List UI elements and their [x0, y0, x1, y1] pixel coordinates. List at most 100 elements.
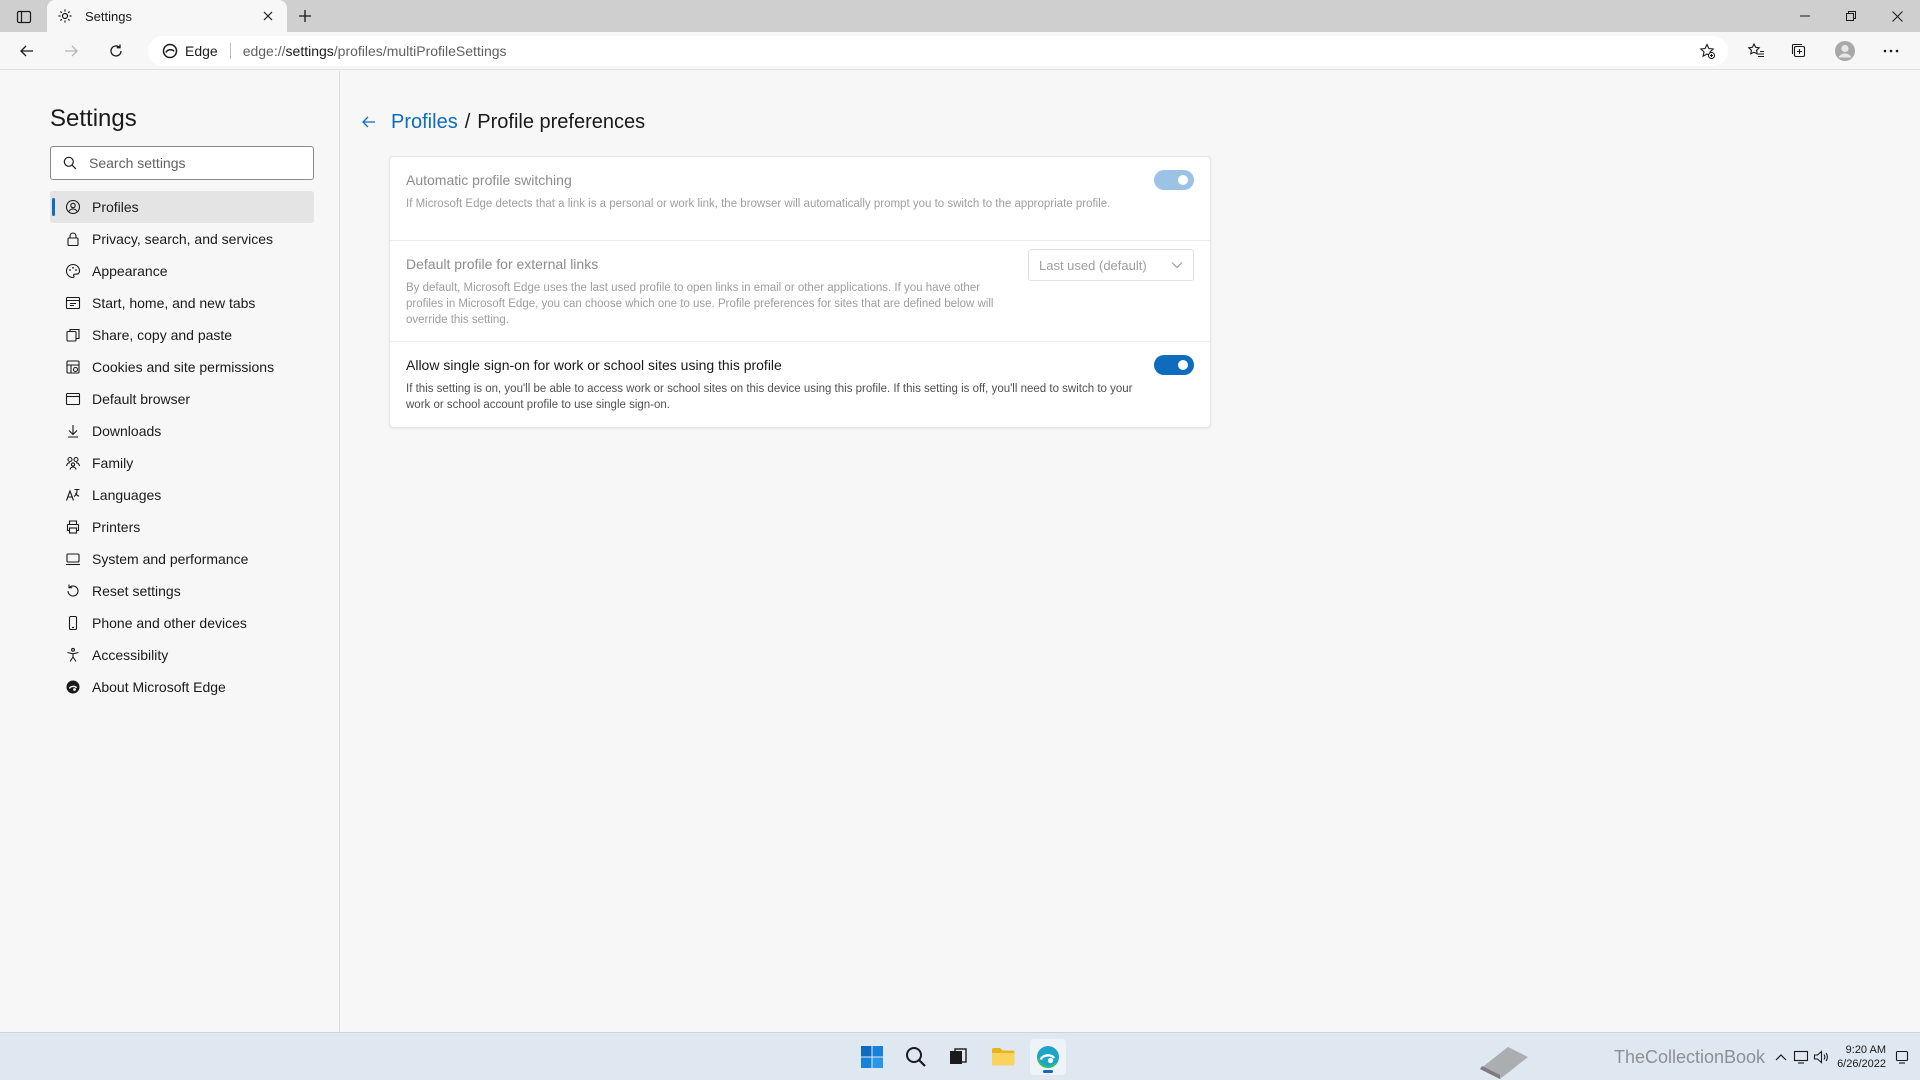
- tab-actions-button[interactable]: [10, 6, 38, 28]
- book-watermark-icon: [1479, 1047, 1528, 1079]
- title-bar: Settings: [0, 0, 1920, 32]
- setting-description: If this setting is on, you'll be able to…: [406, 383, 1133, 411]
- sidebar-item-label: Privacy, search, and services: [92, 231, 274, 247]
- sidebar-item-label: Share, copy and paste: [92, 327, 233, 343]
- tab-actions-icon: [16, 10, 32, 24]
- taskbar-search-button[interactable]: [898, 1039, 934, 1075]
- back-arrow-icon: [20, 45, 33, 57]
- notifications-icon[interactable]: [1892, 1047, 1912, 1067]
- sidebar-item-default-browser[interactable]: Default browser: [50, 383, 314, 415]
- chevron-down-icon: [1171, 262, 1183, 269]
- active-tab[interactable]: Settings: [47, 0, 287, 32]
- sidebar-item-profiles[interactable]: Profiles: [50, 191, 314, 223]
- sidebar-title: Settings: [50, 105, 137, 132]
- edge-taskbar-button[interactable]: [1030, 1039, 1066, 1075]
- add-favorite-icon[interactable]: [1696, 41, 1718, 61]
- lock-icon: [64, 230, 82, 248]
- sidebar-item-label: Profiles: [92, 199, 139, 215]
- edge-logo-icon: [1037, 1046, 1059, 1069]
- clock-time: 9:20 AM: [1845, 1044, 1886, 1056]
- sidebar-item-appearance[interactable]: Appearance: [50, 255, 314, 287]
- navigation-bar: Edge edge://settings/profiles/multiProfi…: [0, 32, 1920, 70]
- close-window-button[interactable]: [1874, 0, 1920, 32]
- search-input[interactable]: [89, 155, 289, 171]
- favorites-button[interactable]: [1740, 37, 1772, 65]
- setting-row-automatic-switching: Automatic profile switching If Microsoft…: [390, 157, 1210, 241]
- forward-button[interactable]: [56, 37, 86, 65]
- file-explorer-button[interactable]: [985, 1039, 1021, 1075]
- single-sign-on-toggle[interactable]: [1154, 355, 1194, 375]
- sidebar-item-label: Printers: [92, 519, 141, 535]
- volume-icon[interactable]: [1811, 1047, 1831, 1067]
- sidebar-item-downloads[interactable]: Downloads: [50, 415, 314, 447]
- back-arrow-icon: [362, 116, 375, 128]
- sidebar-item-reset[interactable]: Reset settings: [50, 575, 314, 607]
- page-title: Profile preferences: [477, 110, 646, 133]
- sidebar-item-label: Appearance: [92, 263, 168, 279]
- sidebar-item-label: Phone and other devices: [92, 615, 247, 631]
- back-button[interactable]: [12, 37, 42, 65]
- sidebar-item-share[interactable]: Share, copy and paste: [50, 319, 314, 351]
- start-button[interactable]: [854, 1039, 890, 1075]
- refresh-button[interactable]: [101, 37, 131, 65]
- toggle-knob: [1178, 175, 1188, 185]
- restore-icon: [1846, 11, 1856, 21]
- more-icon: [1883, 49, 1899, 53]
- clock[interactable]: 9:20 AM 6/26/2022: [1837, 1043, 1886, 1071]
- toggle-knob: [1178, 360, 1188, 370]
- close-tab-icon[interactable]: [259, 7, 277, 25]
- breadcrumb-profiles-link[interactable]: Profiles: [391, 111, 458, 134]
- back-to-profiles-button[interactable]: [357, 110, 381, 134]
- plus-icon: [299, 10, 311, 22]
- sidebar-item-phone[interactable]: Phone and other devices: [50, 607, 314, 639]
- system-tray: TheCollectionBook 9:20 AM 6/26/2022: [1479, 1041, 1912, 1079]
- setting-description: By default, Microsoft Edge uses the last…: [406, 282, 994, 326]
- sidebar-item-accessibility[interactable]: Accessibility: [50, 639, 314, 671]
- sidebar-item-label: Languages: [92, 487, 162, 503]
- task-view-button[interactable]: [940, 1039, 976, 1075]
- task-view-icon: [950, 1048, 967, 1064]
- default-profile-dropdown[interactable]: Last used (default): [1028, 249, 1194, 281]
- languages-icon: [64, 486, 82, 504]
- site-identity-chip[interactable]: Edge: [162, 43, 218, 59]
- setting-row-single-sign-on: Allow single sign-on for work or school …: [390, 342, 1210, 428]
- sidebar-item-about[interactable]: About Microsoft Edge: [50, 671, 314, 703]
- search-box[interactable]: [50, 146, 314, 180]
- sidebar-item-start-home[interactable]: Start, home, and new tabs: [50, 287, 314, 319]
- network-icon[interactable]: [1791, 1047, 1811, 1067]
- url-prefix: edge://: [242, 43, 286, 59]
- share-icon: [64, 326, 82, 344]
- collections-button[interactable]: [1783, 37, 1815, 65]
- sidebar-item-family[interactable]: Family: [50, 447, 314, 479]
- avatar-icon: [1835, 41, 1855, 61]
- sidebar-item-privacy[interactable]: Privacy, search, and services: [50, 223, 314, 255]
- download-icon: [64, 422, 82, 440]
- sidebar-item-cookies[interactable]: Cookies and site permissions: [50, 351, 314, 383]
- new-tab-button[interactable]: [294, 5, 316, 27]
- chevron-up-icon[interactable]: [1771, 1047, 1791, 1067]
- tab-title: Settings: [85, 8, 132, 24]
- gear-icon: [57, 7, 75, 25]
- minimize-button[interactable]: [1782, 0, 1828, 32]
- url-text[interactable]: edge://settings/profiles/multiProfileSet…: [243, 43, 507, 59]
- appearance-icon: [64, 262, 82, 280]
- collections-icon: [1791, 43, 1806, 58]
- accessibility-icon: [64, 646, 82, 664]
- favorites-icon: [1747, 42, 1764, 58]
- edge-logo-icon: [162, 43, 178, 59]
- profile-preferences-card: Automatic profile switching If Microsoft…: [389, 156, 1211, 428]
- settings-and-more-button[interactable]: [1875, 37, 1907, 65]
- sidebar-item-system[interactable]: System and performance: [50, 543, 314, 575]
- reset-icon: [64, 582, 82, 600]
- automatic-switching-toggle[interactable]: [1154, 170, 1194, 190]
- sidebar-item-languages[interactable]: Languages: [50, 479, 314, 511]
- sidebar-item-printers[interactable]: Printers: [50, 511, 314, 543]
- search-icon: [63, 156, 77, 170]
- sidebar-item-label: Downloads: [92, 423, 162, 439]
- profile-icon: [64, 198, 82, 216]
- restore-button[interactable]: [1828, 0, 1874, 32]
- profile-button[interactable]: [1829, 37, 1861, 65]
- address-bar[interactable]: Edge edge://settings/profiles/multiProfi…: [148, 36, 1728, 66]
- setting-description: If Microsoft Edge detects that a link is…: [406, 198, 1111, 210]
- watermark-text: TheCollectionBook: [1613, 1046, 1766, 1067]
